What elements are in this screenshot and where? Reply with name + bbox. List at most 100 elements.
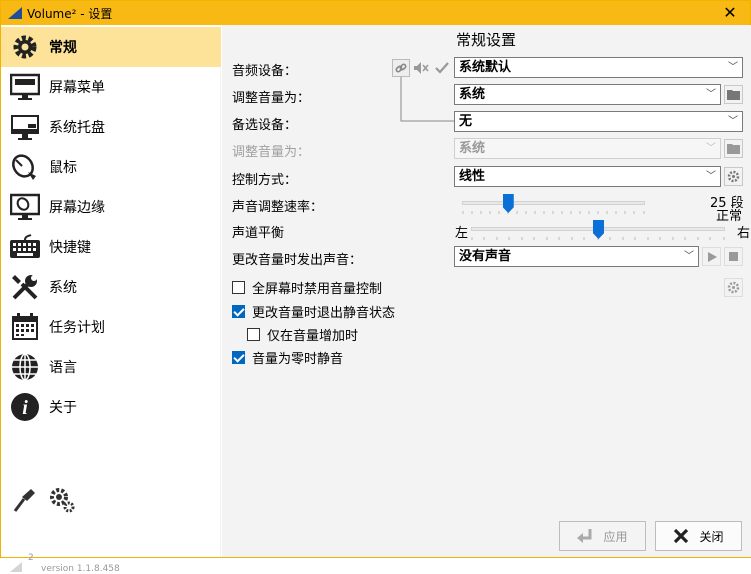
audio-device-select[interactable]: 系统默认 ﹀ [454, 57, 743, 78]
control-mode-label: 控制方式： [232, 173, 298, 188]
sidebar-item-mouse[interactable]: 鼠标 [1, 147, 221, 187]
folder-icon [727, 144, 740, 154]
sidebar-item-scheduler[interactable]: 任务计划 [1, 307, 221, 347]
alt-adjust-volume-select[interactable]: 系统 ﹀ [454, 138, 721, 159]
speed-label: 声音调整速率： [232, 200, 324, 215]
app-icon [8, 7, 22, 19]
settings-window: Volume² - 设置 ✕ 常规 屏幕菜单 系统托盘 鼠标 屏幕边缘 快捷键 … [0, 0, 751, 574]
unmute-on-change-checkbox[interactable] [232, 305, 245, 318]
chevron-down-icon: ﹀ [728, 116, 738, 127]
balance-right-label: 右 [737, 226, 751, 241]
chevron-down-icon: ﹀ [706, 171, 716, 182]
close-x-icon [674, 528, 689, 544]
calendar-icon [9, 311, 41, 343]
sidebar-item-about[interactable]: i 关于 [1, 387, 221, 427]
sidebar-item-tray[interactable]: 系统托盘 [1, 107, 221, 147]
change-sound-label: 更改音量时发出声音： [232, 253, 363, 268]
monitor-edge-icon [9, 191, 41, 223]
info-icon: i [9, 391, 41, 423]
sidebar-item-label: 屏幕边缘 [49, 200, 105, 216]
sidebar-item-label: 任务计划 [49, 320, 105, 336]
sidebar: 常规 屏幕菜单 系统托盘 鼠标 屏幕边缘 快捷键 系统 任务计划 语言 i 关于… [1, 25, 221, 574]
close-window-button[interactable]: ✕ [720, 3, 740, 23]
mute-at-zero-label: 音量为零时静音 [252, 352, 344, 367]
adjust-volume-value: 系统 [459, 87, 486, 102]
sidebar-item-label: 关于 [49, 400, 77, 416]
gear-icon [727, 170, 740, 183]
play-icon [707, 251, 717, 262]
close-button[interactable]: 关闭 [655, 521, 742, 551]
stop-sound-button[interactable] [724, 247, 743, 266]
mute-at-zero-checkbox[interactable] [232, 351, 245, 364]
only-on-increase-label: 仅在音量增加时 [267, 329, 359, 344]
apply-arrow-icon [577, 529, 592, 543]
title-bar[interactable]: Volume² - 设置 ✕ [1, 1, 750, 25]
mouse-icon [9, 151, 41, 183]
link-connector-line [400, 77, 454, 122]
change-sound-select[interactable]: 没有声音 ﹀ [454, 246, 699, 267]
speed-slider-track[interactable] [462, 201, 645, 205]
stop-icon [729, 252, 738, 261]
brush-icon[interactable] [11, 487, 37, 513]
sidebar-item-general[interactable]: 常规 [1, 27, 221, 67]
unmute-on-change-label: 更改音量时退出静音状态 [252, 306, 396, 321]
page-title: 常规设置 [456, 31, 517, 49]
speed-slider-ticks [462, 211, 645, 214]
sidebar-item-label: 语言 [49, 360, 77, 376]
gear-icon [9, 31, 41, 63]
sidebar-item-system[interactable]: 系统 [1, 267, 221, 307]
mute-icon[interactable] [412, 59, 430, 77]
fullscreen-settings-button[interactable] [724, 278, 743, 297]
sidebar-item-label: 屏幕菜单 [49, 80, 105, 96]
monitor-tray-icon [9, 111, 41, 143]
balance-left-label: 左 [455, 226, 469, 241]
browse-folder-button[interactable] [724, 85, 743, 104]
apply-label: 应用 [603, 529, 628, 544]
control-mode-select[interactable]: 线性 ﹀ [454, 166, 721, 187]
sidebar-item-label: 常规 [49, 40, 77, 56]
chevron-down-icon: ﹀ [684, 251, 694, 262]
audio-device-value: 系统默认 [459, 60, 512, 75]
close-label: 关闭 [699, 529, 724, 544]
chevron-down-icon: ﹀ [706, 143, 716, 154]
version-logo-icon [10, 562, 22, 572]
link-icon[interactable] [392, 59, 410, 77]
change-sound-value: 没有声音 [459, 249, 512, 264]
sidebar-item-label: 系统托盘 [49, 120, 105, 136]
sidebar-item-label: 鼠标 [49, 160, 77, 176]
alt-browse-folder-button[interactable] [724, 139, 743, 158]
folder-icon [727, 90, 740, 100]
adjust-volume-label: 调整音量为： [232, 91, 311, 106]
apply-button[interactable]: 应用 [559, 521, 646, 551]
sidebar-item-screen-edge[interactable]: 屏幕边缘 [1, 187, 221, 227]
alt-adjust-volume-label: 调整音量为： [232, 145, 311, 160]
globe-icon [9, 351, 41, 383]
audio-device-label: 音频设备： [232, 64, 298, 79]
keyboard-icon [9, 231, 41, 263]
sidebar-item-label: 快捷键 [49, 240, 91, 256]
version-text: version 1.1.8.458 [41, 564, 120, 574]
settings-gears-icon[interactable] [49, 487, 75, 513]
sidebar-item-osd-menu[interactable]: 屏幕菜单 [1, 67, 221, 107]
window-title: Volume² - 设置 [27, 6, 113, 21]
adjust-volume-select[interactable]: 系统 ﹀ [454, 84, 721, 105]
alt-device-select[interactable]: 无 ﹀ [454, 111, 743, 132]
svg-text:i: i [22, 397, 28, 419]
only-on-increase-checkbox[interactable] [247, 328, 260, 341]
disable-fullscreen-label: 全屏幕时禁用音量控制 [252, 282, 383, 297]
control-mode-settings-button[interactable] [724, 167, 743, 186]
chevron-down-icon: ﹀ [706, 89, 716, 100]
control-mode-value: 线性 [459, 169, 486, 184]
version-superscript: 2 [28, 553, 34, 563]
disable-fullscreen-checkbox[interactable] [232, 281, 245, 294]
checkmark-icon[interactable] [433, 59, 451, 77]
sidebar-item-hotkeys[interactable]: 快捷键 [1, 227, 221, 267]
alt-adjust-volume-value: 系统 [459, 141, 486, 156]
alt-device-value: 无 [459, 114, 473, 129]
sidebar-item-language[interactable]: 语言 [1, 347, 221, 387]
general-settings-panel: 常规设置 音频设备： 系统默认 ﹀ 调整音量为： 系统 ﹀ 备选设备： 无 ﹀ … [222, 25, 751, 557]
play-sound-button[interactable] [702, 247, 721, 266]
balance-label: 声道平衡 [232, 226, 285, 241]
alt-device-label: 备选设备： [232, 118, 298, 133]
chevron-down-icon: ﹀ [728, 62, 738, 73]
